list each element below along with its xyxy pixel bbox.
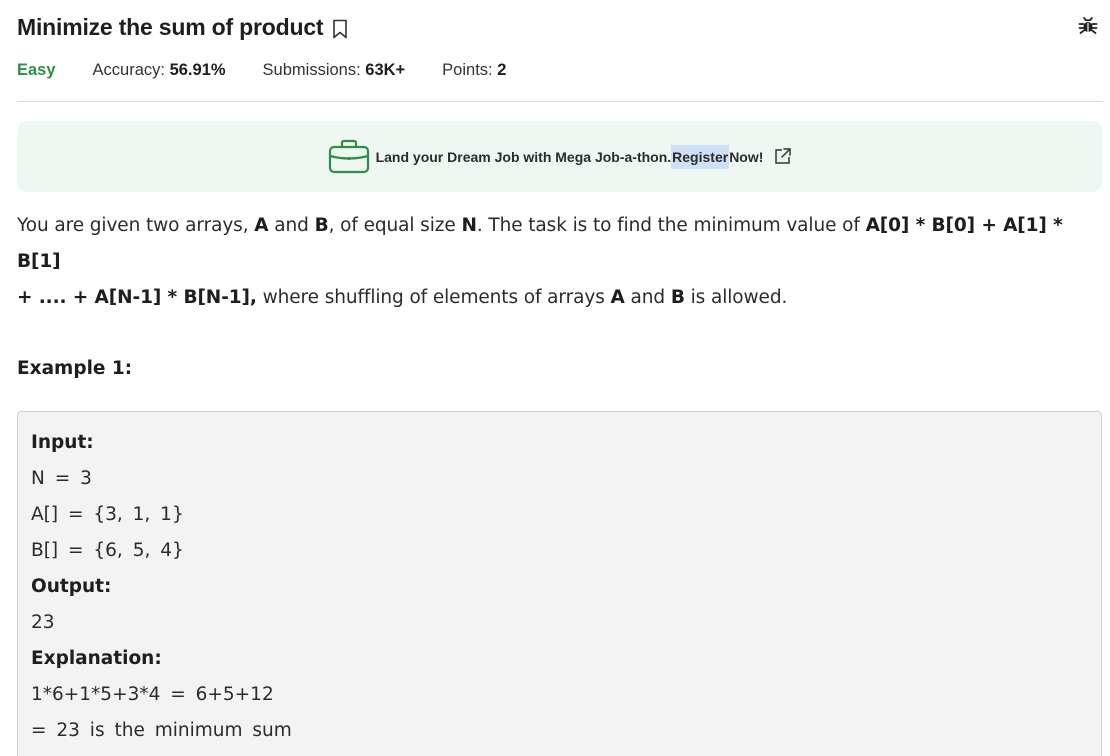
desc-var-b: B bbox=[314, 215, 329, 236]
example-output-label: Output: bbox=[31, 576, 112, 597]
accuracy-value: 56.91% bbox=[169, 60, 226, 79]
desc-text: . The task is to find the minimum value … bbox=[476, 215, 866, 236]
banner-text-before: Land your Dream Job with Mega Job-a-thon… bbox=[375, 148, 672, 165]
example-input-label: Input: bbox=[31, 432, 94, 453]
problem-description: You are given two arrays, A and B, of eq… bbox=[17, 208, 1105, 316]
example-title: Example 1: bbox=[17, 358, 133, 379]
banner-content: Land your Dream Job with Mega Job-a-thon… bbox=[327, 139, 793, 175]
example-explanation-line-2: = 23 is the minimum sum bbox=[31, 720, 292, 741]
problem-meta: Easy Accuracy: 56.91% Submissions: 63K+ … bbox=[17, 58, 543, 82]
example-input-n: N = 3 bbox=[31, 468, 92, 489]
submissions-label: Submissions: bbox=[262, 60, 366, 79]
submissions-stat: Submissions: 63K+ bbox=[263, 61, 406, 80]
problem-title: Minimize the sum of product bbox=[17, 13, 324, 40]
desc-var-b: B bbox=[670, 287, 685, 308]
example-box: Input: N = 3 A[] = {3, 1, 1} B[] = {6, 5… bbox=[17, 411, 1102, 756]
points-stat: Points: 2 bbox=[442, 61, 506, 80]
desc-text: , of equal size bbox=[328, 215, 462, 236]
desc-var-n: N bbox=[461, 215, 477, 236]
desc-formula-cont: + .... + A[N-1] * B[N-1], bbox=[17, 287, 257, 308]
header-divider bbox=[17, 101, 1103, 102]
desc-text: and bbox=[624, 287, 671, 308]
desc-text: is allowed. bbox=[684, 287, 788, 308]
example-explanation-label: Explanation: bbox=[31, 648, 162, 669]
desc-var-a: A bbox=[610, 287, 625, 308]
example-input-b: B[] = {6, 5, 4} bbox=[31, 540, 184, 561]
job-a-thon-banner[interactable]: Land your Dream Job with Mega Job-a-thon… bbox=[17, 121, 1102, 192]
example-explanation-line-1: 1*6+1*5+3*4 = 6+5+12 bbox=[31, 684, 274, 705]
banner-text-after: Now! bbox=[729, 148, 764, 165]
example-output-value: 23 bbox=[31, 612, 55, 633]
example-input-a: A[] = {3, 1, 1} bbox=[31, 504, 184, 525]
points-value: 2 bbox=[497, 60, 507, 79]
desc-text: and bbox=[268, 215, 315, 236]
accuracy-label: Accuracy: bbox=[92, 60, 170, 79]
points-label: Points: bbox=[442, 60, 498, 79]
title-row: Minimize the sum of product bbox=[17, 8, 1103, 46]
briefcase-icon bbox=[327, 139, 371, 175]
accuracy-stat: Accuracy: 56.91% bbox=[93, 61, 226, 80]
external-link-icon[interactable] bbox=[773, 147, 792, 166]
banner-register-link[interactable]: Register bbox=[671, 144, 730, 169]
bug-icon[interactable] bbox=[1077, 14, 1099, 36]
desc-text: You are given two arrays, bbox=[17, 215, 255, 236]
desc-text: where shuffling of elements of arrays bbox=[256, 287, 611, 308]
desc-var-a: A bbox=[254, 215, 269, 236]
submissions-value: 63K+ bbox=[365, 60, 406, 79]
bookmark-icon[interactable] bbox=[332, 19, 348, 39]
difficulty-badge: Easy bbox=[17, 60, 56, 79]
problem-page: Minimize the sum of product Easy Accurac… bbox=[0, 0, 1110, 756]
